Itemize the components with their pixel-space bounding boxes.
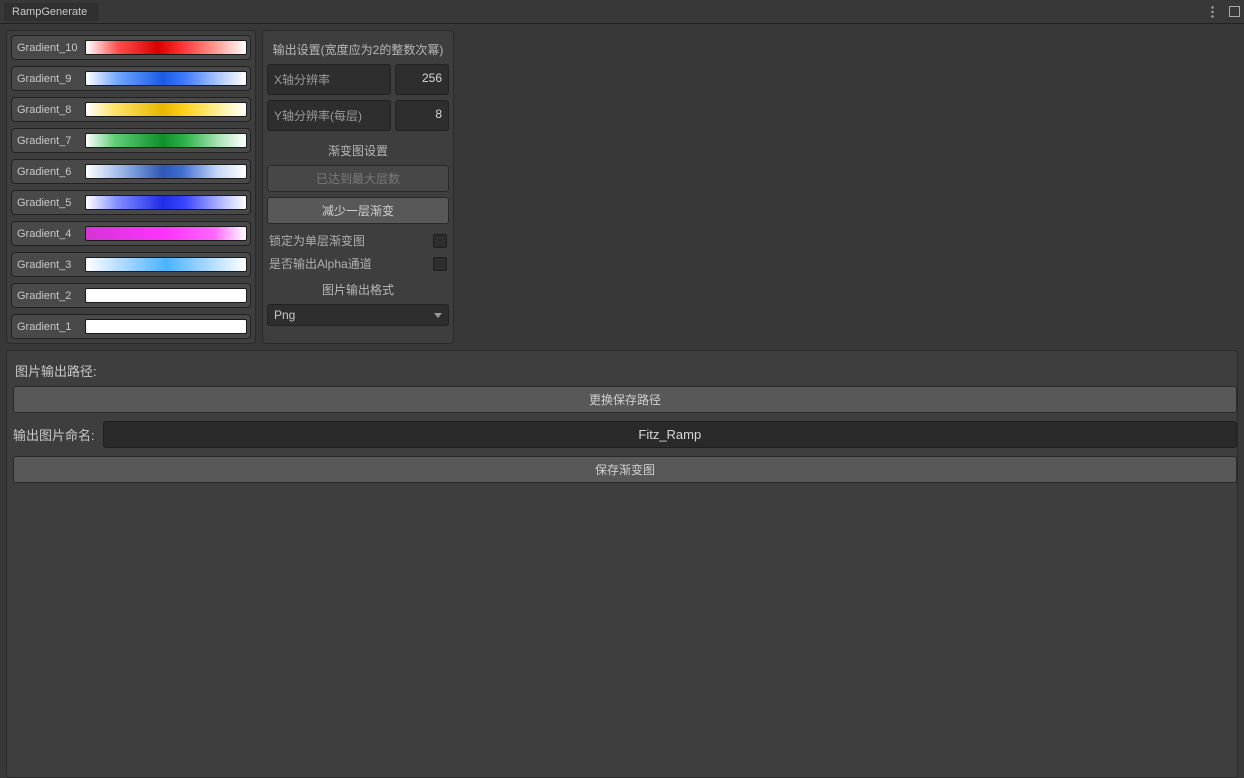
gradient-label: Gradient_9 <box>15 73 85 85</box>
tab-rampgenerate[interactable]: RampGenerate <box>4 3 99 21</box>
maximize-icon[interactable] <box>1228 6 1240 18</box>
gradient-label: Gradient_5 <box>15 197 85 209</box>
y-res-input[interactable]: 8 <box>395 100 449 131</box>
gradient-swatch[interactable] <box>85 319 247 334</box>
max-layers-button: 已达到最大层数 <box>267 165 449 192</box>
gradient-swatch[interactable] <box>85 226 247 241</box>
gradient-swatch[interactable] <box>85 71 247 86</box>
gradient-swatch[interactable] <box>85 288 247 303</box>
save-ramp-button[interactable]: 保存渐变图 <box>13 456 1237 483</box>
y-res-label: Y轴分辨率(每层) <box>267 100 391 131</box>
gradient-label: Gradient_6 <box>15 166 85 178</box>
gradient-swatch[interactable] <box>85 257 247 272</box>
settings-panel: 输出设置(宽度应为2的整数次幂) X轴分辨率 256 Y轴分辨率(每层) 8 渐… <box>262 30 454 344</box>
gradient-row[interactable]: Gradient_7 <box>11 128 251 153</box>
gradient-swatch[interactable] <box>85 102 247 117</box>
x-res-label: X轴分辨率 <box>267 64 391 95</box>
gradient-label: Gradient_8 <box>15 104 85 116</box>
output-name-label: 输出图片命名: <box>13 425 95 444</box>
gradient-swatch[interactable] <box>85 164 247 179</box>
gradients-panel: Gradient_10 Gradient_9 Gradient_8 Gradient_… <box>6 30 256 344</box>
kebab-menu-icon[interactable] <box>1206 6 1218 18</box>
lock-single-label: 锁定为单层渐变图 <box>269 232 365 249</box>
gradient-label: Gradient_7 <box>15 135 85 147</box>
x-res-input[interactable]: 256 <box>395 64 449 95</box>
gradient-row[interactable]: Gradient_4 <box>11 221 251 246</box>
gradient-row[interactable]: Gradient_9 <box>11 66 251 91</box>
gradient-row[interactable]: Gradient_5 <box>11 190 251 215</box>
format-dropdown[interactable]: Png <box>267 304 449 326</box>
gradient-label: Gradient_4 <box>15 228 85 240</box>
gradient-row[interactable]: Gradient_6 <box>11 159 251 184</box>
gradient-swatch[interactable] <box>85 133 247 148</box>
gradient-row[interactable]: Gradient_3 <box>11 252 251 277</box>
output-alpha-label: 是否输出Alpha通道 <box>269 255 372 272</box>
format-title: 图片输出格式 <box>267 275 449 304</box>
gradient-swatch[interactable] <box>85 195 247 210</box>
remove-layer-button[interactable]: 减少一层渐变 <box>267 197 449 224</box>
gradient-row[interactable]: Gradient_8 <box>11 97 251 122</box>
change-path-button[interactable]: 更换保存路径 <box>13 386 1237 413</box>
gradient-row[interactable]: Gradient_2 <box>11 283 251 308</box>
format-value: Png <box>274 308 295 322</box>
chevron-down-icon <box>434 313 442 318</box>
gradient-label: Gradient_3 <box>15 259 85 271</box>
output-settings-title: 输出设置(宽度应为2的整数次幂) <box>267 35 449 64</box>
gradient-row[interactable]: Gradient_1 <box>11 314 251 339</box>
output-panel: 图片输出路径: 更换保存路径 输出图片命名: Fitz_Ramp 保存渐变图 <box>6 350 1238 778</box>
lock-single-checkbox[interactable] <box>433 234 447 248</box>
gradient-label: Gradient_1 <box>15 321 85 333</box>
output-name-input[interactable]: Fitz_Ramp <box>103 421 1237 448</box>
gradient-label: Gradient_2 <box>15 290 85 302</box>
gradient-swatch[interactable] <box>85 40 247 55</box>
gradient-label: Gradient_10 <box>15 42 85 54</box>
titlebar: RampGenerate <box>0 0 1244 24</box>
gradient-row[interactable]: Gradient_10 <box>11 35 251 60</box>
ramp-settings-title: 渐变图设置 <box>267 136 449 165</box>
output-alpha-checkbox[interactable] <box>433 257 447 271</box>
output-path-label: 图片输出路径: <box>13 357 1237 386</box>
